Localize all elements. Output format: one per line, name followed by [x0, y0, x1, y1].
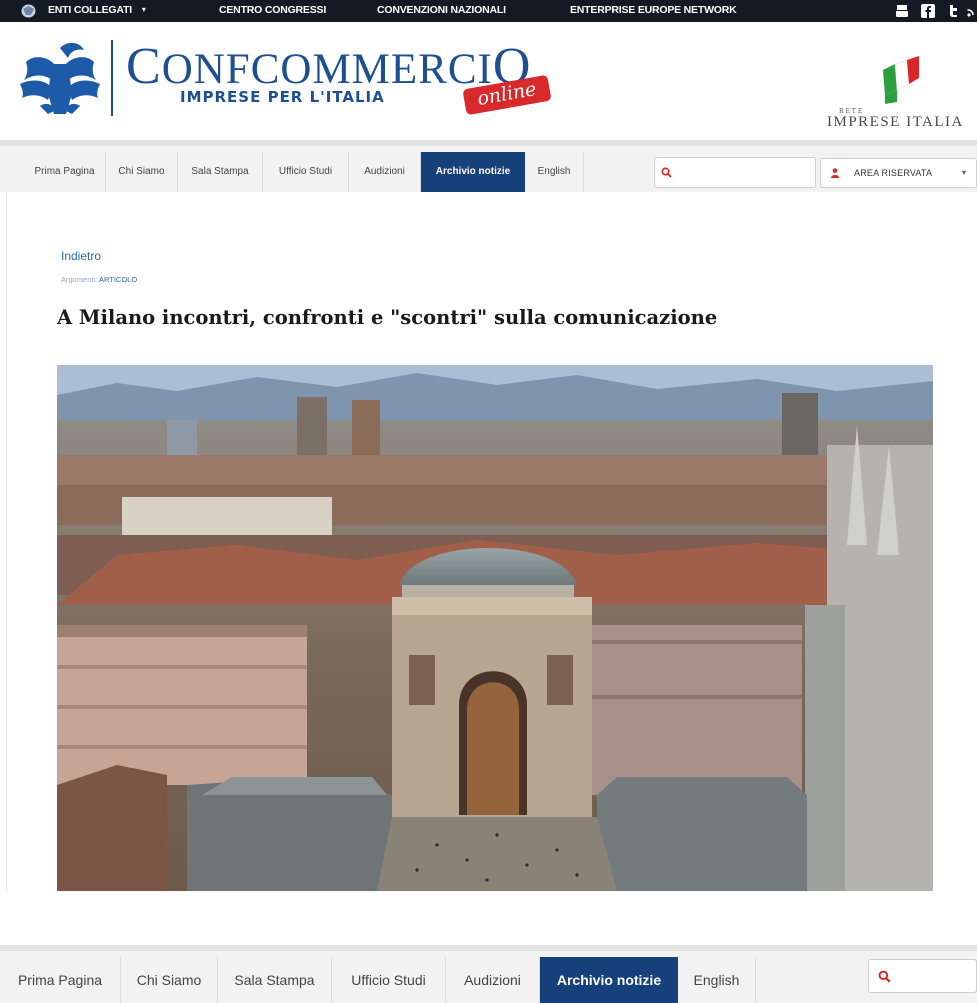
user-icon: [831, 168, 839, 178]
nav-chi-siamo[interactable]: Chi Siamo: [121, 957, 218, 1003]
brand-separator: [111, 40, 113, 116]
area-riservata-label: AREA RISERVATA: [854, 168, 933, 178]
search-input[interactable]: [868, 959, 977, 993]
topic-link[interactable]: ARTICOLO: [99, 275, 137, 284]
eagle-small-icon: [21, 4, 36, 18]
enti-collegati-menu[interactable]: ENTI COLLEGATI ▾: [48, 4, 146, 16]
nav-prima-pagina[interactable]: Prima Pagina: [24, 152, 106, 192]
article-title: A Milano incontri, confronti e "scontri"…: [57, 306, 718, 329]
nav-prima-pagina[interactable]: Prima Pagina: [0, 957, 121, 1003]
convenzioni-nazionali-link[interactable]: CONVENZIONI NAZIONALI: [377, 4, 506, 16]
nav-audizioni[interactable]: Audizioni: [349, 152, 421, 192]
youtube-icon[interactable]: [895, 4, 909, 18]
confcommercio-eagle-logo[interactable]: [18, 40, 102, 118]
back-link[interactable]: Indietro: [61, 249, 101, 263]
nav-archivio-notizie[interactable]: Archivio notizie: [421, 152, 525, 192]
area-riservata-button[interactable]: AREA RISERVATA ▾: [820, 158, 977, 188]
content-divider: [6, 192, 7, 892]
rss-icon[interactable]: [967, 4, 977, 18]
nav-english[interactable]: English: [678, 957, 756, 1003]
facebook-icon[interactable]: [921, 4, 935, 18]
nav-english[interactable]: English: [525, 152, 584, 192]
topic-label: Argomenti:: [61, 275, 98, 284]
centro-congressi-link[interactable]: CENTRO CONGRESSI: [219, 4, 326, 16]
imprese-italia-logo-text: IMPRESE ITALIA: [827, 114, 964, 130]
secondary-nav: Prima Pagina Chi Siamo Sala Stampa Uffic…: [0, 945, 977, 1003]
search-icon: [878, 970, 891, 983]
nav-ufficio-studi[interactable]: Ufficio Studi: [332, 957, 446, 1003]
twitter-icon[interactable]: [946, 4, 960, 18]
brand-title[interactable]: CONFCOMMERCIO: [126, 41, 531, 93]
chevron-down-icon: ▾: [961, 168, 966, 177]
search-icon: [661, 167, 672, 178]
enterprise-europe-network-link[interactable]: ENTERPRISE EUROPE NETWORK: [570, 4, 737, 16]
article-photo: [57, 365, 933, 891]
brand-subtitle: IMPRESE PER L'ITALIA: [180, 88, 385, 106]
search-input[interactable]: [654, 157, 816, 188]
site-header: CONFCOMMERCIO IMPRESE PER L'ITALIA onlin…: [0, 22, 977, 140]
nav-audizioni[interactable]: Audizioni: [446, 957, 540, 1003]
nav-archivio-notizie[interactable]: Archivio notizie: [540, 957, 678, 1003]
top-bar: ENTI COLLEGATI ▾ CENTRO CONGRESSI CONVENZ…: [0, 0, 977, 22]
topic-row: Argomenti: ARTICOLO: [61, 275, 137, 284]
nav-chi-siamo[interactable]: Chi Siamo: [106, 152, 178, 192]
nav-ufficio-studi[interactable]: Ufficio Studi: [263, 152, 349, 192]
nav-sala-stampa[interactable]: Sala Stampa: [178, 152, 263, 192]
nav-sala-stampa[interactable]: Sala Stampa: [218, 957, 332, 1003]
rete-imprese-italia-flag-icon[interactable]: [879, 56, 921, 104]
chevron-down-icon: ▾: [141, 5, 146, 14]
